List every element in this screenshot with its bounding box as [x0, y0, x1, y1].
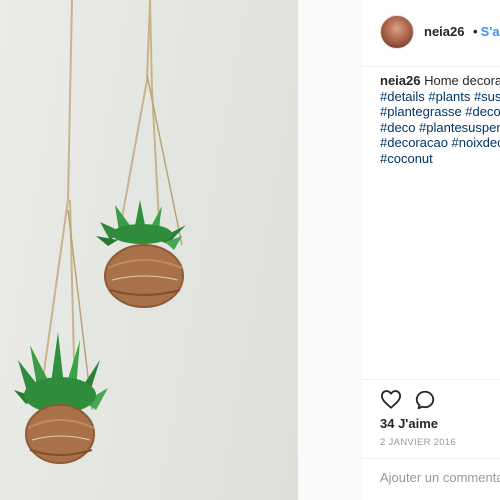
post-date: 2 JANVIER 2016: [380, 437, 457, 448]
caption-username[interactable]: neia26: [380, 73, 420, 88]
post-photo[interactable]: [0, 0, 298, 500]
header-username[interactable]: neia26: [424, 24, 464, 39]
heart-icon[interactable]: [380, 389, 404, 411]
follow-label: S'abonner: [480, 24, 500, 39]
photo-illustration: [14, 0, 186, 464]
comment-input[interactable]: Ajouter un commentaire...: [380, 470, 500, 485]
avatar[interactable]: [380, 15, 414, 49]
caption-first-line: neia26 Home decoration: [380, 73, 500, 89]
comment-icon[interactable]: [414, 389, 438, 411]
photo-side-gap: [298, 0, 362, 500]
follow-button[interactable]: •S'abonner: [473, 24, 500, 39]
hashtags-line-4[interactable]: #decoracao #noixdecoco: [380, 135, 500, 151]
post-header: neia26 •S'abonner: [362, 0, 500, 67]
actions-divider: [362, 379, 500, 380]
comment-divider: [362, 458, 500, 459]
hashtags-line-1[interactable]: #details #plants #suspension: [380, 89, 500, 105]
likes-count[interactable]: 34 J'aime: [380, 416, 438, 431]
post-caption: neia26 Home decoration #details #plants …: [380, 73, 500, 167]
hashtags-line-2[interactable]: #plantegrasse #decoration: [380, 104, 500, 120]
hashtags-line-3[interactable]: #deco #plantesuspendue: [380, 120, 500, 136]
hashtags-line-5[interactable]: #coconut: [380, 151, 500, 167]
post-details-panel: neia26 •S'abonner neia26 Home decoration…: [362, 0, 500, 500]
separator-dot: •: [473, 24, 478, 39]
caption-text: Home decoration: [424, 73, 500, 88]
